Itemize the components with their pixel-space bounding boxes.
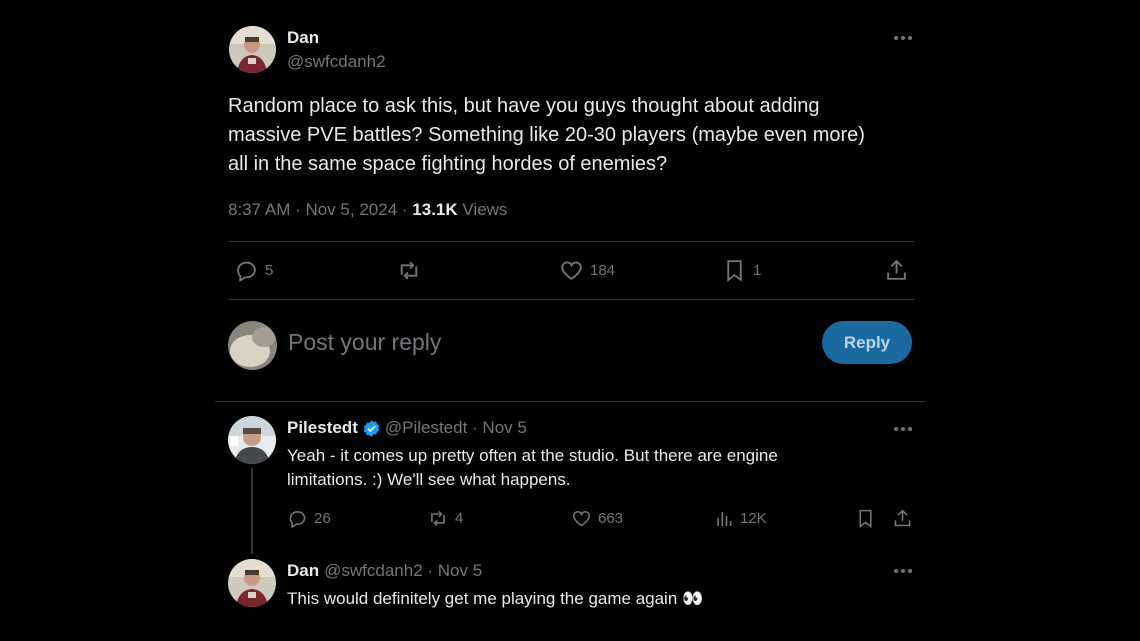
reply-handle-date[interactable]: @swfcdanh2 · Nov 5 (324, 561, 482, 581)
bookmark-action[interactable] (855, 508, 876, 529)
reply-action[interactable]: 26 (287, 508, 331, 529)
like-count: 184 (590, 262, 616, 279)
author-handle[interactable]: @swfcdanh2 (287, 52, 386, 72)
like-count: 663 (598, 510, 624, 527)
author-avatar[interactable] (229, 26, 276, 73)
divider (228, 299, 914, 300)
reply-icon (289, 511, 306, 529)
verified-badge-icon (363, 419, 380, 437)
reply-text: Yeah - it comes up pretty often at the s… (287, 444, 907, 492)
reply-icon (237, 261, 256, 283)
reply-button[interactable]: Reply (822, 321, 912, 364)
tweet-text-line: Random place to ask this, but have you g… (228, 95, 820, 117)
bookmark-action[interactable]: 1 (722, 258, 761, 283)
bookmark-count: 1 (753, 262, 762, 279)
reply-handle-date[interactable]: @Pilestedt · Nov 5 (385, 418, 527, 438)
reply-action[interactable]: 5 (234, 258, 273, 283)
views-count: 13.1K (412, 200, 458, 219)
tweet-meta: 8:37 AM · Nov 5, 2024 · 13.1K Views (228, 200, 507, 220)
current-user-avatar[interactable] (228, 321, 277, 370)
reply-header: Dan @swfcdanh2 · Nov 5 (287, 561, 482, 581)
tweet-timestamp[interactable]: 8:37 AM · Nov 5, 2024 · (228, 200, 408, 219)
thread-line (251, 468, 253, 554)
reply-composer-input[interactable]: Post your reply (288, 329, 441, 356)
divider (228, 241, 914, 242)
analytics-icon (717, 511, 732, 526)
more-options-icon[interactable] (893, 567, 913, 575)
share-icon (894, 509, 911, 527)
like-action[interactable]: 663 (571, 508, 623, 529)
reply-author-avatar[interactable] (228, 416, 276, 464)
repost-action[interactable] (396, 258, 422, 283)
reply-author-avatar[interactable] (228, 559, 276, 607)
author-name[interactable]: Dan (287, 28, 319, 48)
share-action[interactable] (884, 258, 909, 283)
reply-count: 5 (265, 262, 274, 279)
bookmark-icon (859, 509, 872, 528)
heart-icon (572, 510, 591, 527)
divider (215, 401, 925, 402)
reply-text-line: Yeah - it comes up pretty often at the s… (287, 446, 778, 465)
more-options-icon[interactable] (893, 34, 913, 42)
tweet-text-line: all in the same space fighting hordes of… (228, 153, 668, 175)
tweet-text-line: massive PVE battles? Something like 20-3… (228, 124, 865, 146)
views-action[interactable]: 12K (714, 508, 767, 529)
reply-header: Pilestedt @Pilestedt · Nov 5 (287, 418, 527, 438)
repost-action[interactable]: 4 (427, 508, 463, 529)
reply-text: This would definitely get me playing the… (287, 589, 704, 608)
repost-icon (431, 510, 445, 527)
reply-author-name[interactable]: Dan (287, 561, 319, 581)
views-label: Views (462, 200, 508, 219)
more-options-icon[interactable] (893, 425, 913, 433)
share-icon (887, 259, 906, 280)
heart-icon (561, 261, 582, 280)
repost-icon (400, 261, 418, 280)
views-count: 12K (740, 510, 767, 527)
tweet-text: Random place to ask this, but have you g… (228, 92, 918, 179)
repost-count: 4 (455, 510, 464, 527)
reply-text-line: limitations. :) We'll see what happens. (287, 470, 571, 489)
share-action[interactable] (892, 508, 913, 529)
bookmark-icon (727, 260, 742, 282)
reply-button-label: Reply (843, 332, 891, 352)
like-action[interactable]: 184 (559, 258, 615, 283)
reply-count: 26 (314, 510, 331, 527)
reply-author-name[interactable]: Pilestedt (287, 418, 358, 438)
